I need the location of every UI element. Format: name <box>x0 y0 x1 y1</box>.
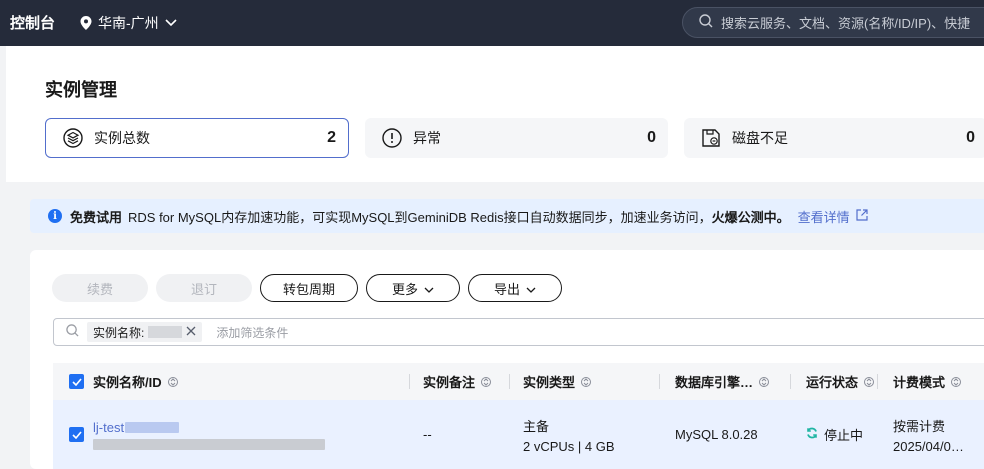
column-divider <box>790 374 791 389</box>
more-label: 更多 <box>391 281 418 297</box>
external-link-icon <box>856 208 868 224</box>
status-label: 停止中 <box>824 428 864 443</box>
unsubscribe-button[interactable]: 退订 <box>156 274 252 302</box>
column-divider <box>409 374 410 389</box>
layers-icon <box>62 127 84 149</box>
region-selector[interactable]: 华南-广州 <box>80 13 177 33</box>
filter-chip-instance-name[interactable]: 实例名称: <box>87 322 203 342</box>
stat-value: 0 <box>966 129 975 146</box>
billing-mode-value: 按需计费 <box>893 418 946 434</box>
column-header-status[interactable]: 运行状态 <box>790 363 877 400</box>
filter-search-input[interactable]: 实例名称: 添加筛选条件 <box>53 318 984 346</box>
table-header: 实例名称/ID 实例备注 实例类型 数据库引擎… 运行状态 计费模式 <box>53 363 984 400</box>
sort-icon[interactable] <box>951 376 962 388</box>
notice-link-label: 查看详情 <box>797 209 850 225</box>
column-header-name[interactable]: 实例名称/ID <box>93 363 409 400</box>
row-select-cell <box>53 400 93 469</box>
status-badge: 停止中 <box>806 425 877 444</box>
select-all-cell <box>53 363 93 400</box>
stat-label: 异常 <box>413 130 441 146</box>
convert-to-yearly-button[interactable]: 转包周期 <box>260 274 358 302</box>
close-icon[interactable] <box>186 325 196 339</box>
console-brand[interactable]: 控制台 <box>10 12 55 33</box>
column-header-type[interactable]: 实例类型 <box>509 363 659 400</box>
column-header-label: 计费模式 <box>893 375 946 390</box>
disk-icon <box>700 127 722 149</box>
more-dropdown-button[interactable]: 更多 <box>366 274 460 302</box>
remark-cell: -- <box>409 400 509 469</box>
stat-label: 磁盘不足 <box>732 130 788 146</box>
filter-placeholder: 添加筛选条件 <box>216 325 289 340</box>
table-row[interactable]: lj-test -- 主备 2 vCPUs | 4 GB MySQL 8.0.2… <box>53 400 984 469</box>
remark-value: -- <box>423 427 432 442</box>
chevron-down-icon <box>526 281 536 296</box>
instance-list-panel: 续费 退订 转包周期 更多 导出 实例名称: 添加筛选条件 实例名称/ID 实例… <box>30 250 984 469</box>
billing-date-value: 2025/04/0… <box>893 438 964 454</box>
instance-spec-value: 2 vCPUs | 4 GB <box>523 438 615 454</box>
location-pin-icon <box>80 16 92 30</box>
column-header-billing[interactable]: 计费模式 <box>877 363 983 400</box>
top-navigation-bar: 控制台 华南-广州 搜索云服务、文档、资源(名称/ID/IP)、快捷 <box>0 0 984 46</box>
sort-icon[interactable] <box>167 376 178 388</box>
stat-card-disk-low[interactable]: 磁盘不足 0 <box>684 118 984 158</box>
instance-type-value: 主备 <box>523 418 550 434</box>
free-trial-notice: i 免费试用 RDS for MySQL内存加速功能，可实现MySQL到Gemi… <box>30 199 984 233</box>
global-search-input[interactable]: 搜索云服务、文档、资源(名称/ID/IP)、快捷 <box>682 7 984 38</box>
search-icon <box>699 14 713 31</box>
alert-icon <box>381 127 403 149</box>
export-dropdown-button[interactable]: 导出 <box>468 274 562 302</box>
status-cell: 停止中 <box>790 400 877 469</box>
stat-card-total[interactable]: 实例总数 2 <box>45 118 349 158</box>
type-cell: 主备 2 vCPUs | 4 GB <box>509 400 659 469</box>
billing-cell: 按需计费 2025/04/0… <box>877 400 983 469</box>
instance-name-link[interactable]: lj-test <box>93 420 124 435</box>
notice-details-link[interactable]: 查看详情 <box>798 207 868 226</box>
filter-chip-label: 实例名称: <box>93 325 145 340</box>
refresh-icon <box>806 427 818 442</box>
column-divider <box>877 374 878 389</box>
action-toolbar: 续费 退订 转包周期 更多 导出 <box>52 274 562 302</box>
engine-cell: MySQL 8.0.28 <box>659 400 790 469</box>
export-label: 导出 <box>493 281 520 297</box>
chevron-down-icon <box>424 281 434 296</box>
column-divider <box>659 374 660 389</box>
select-all-checkbox[interactable] <box>69 374 84 389</box>
column-header-label: 实例备注 <box>423 375 476 390</box>
search-icon <box>66 324 79 340</box>
stat-value: 2 <box>327 129 336 146</box>
notice-badge: 免费试用 <box>70 209 123 225</box>
engine-value: MySQL 8.0.28 <box>675 427 758 442</box>
notice-highlight: 火爆公测中。 <box>711 209 790 225</box>
region-label: 华南-广州 <box>98 15 159 31</box>
column-header-label: 运行状态 <box>806 375 859 390</box>
info-icon: i <box>48 209 62 223</box>
search-placeholder: 搜索云服务、文档、资源(名称/ID/IP)、快捷 <box>721 16 971 31</box>
sort-icon[interactable] <box>759 376 770 388</box>
column-header-label: 实例类型 <box>523 375 576 390</box>
sort-icon[interactable] <box>581 376 592 388</box>
column-header-label: 数据库引擎… <box>675 375 754 390</box>
page-header-panel: 实例管理 实例总数 2 异常 0 磁盘不足 0 <box>6 46 984 182</box>
column-divider <box>509 374 510 389</box>
instance-id-redacted <box>93 438 325 450</box>
stat-label: 实例总数 <box>94 130 150 146</box>
column-header-remark[interactable]: 实例备注 <box>409 363 509 400</box>
page-title: 实例管理 <box>45 80 117 100</box>
renew-button[interactable]: 续费 <box>52 274 148 302</box>
filter-chip-value-redacted <box>148 326 183 338</box>
instance-name-redacted <box>125 421 180 433</box>
notice-text: RDS for MySQL内存加速功能，可实现MySQL到GeminiDB Re… <box>128 209 712 225</box>
stat-card-abnormal[interactable]: 异常 0 <box>365 118 668 158</box>
instance-name-cell: lj-test <box>93 400 409 469</box>
sort-icon[interactable] <box>864 376 875 388</box>
row-checkbox[interactable] <box>69 427 84 442</box>
column-header-engine[interactable]: 数据库引擎… <box>659 363 790 400</box>
column-header-label: 实例名称/ID <box>93 375 162 390</box>
chevron-down-icon <box>165 19 177 27</box>
sort-icon[interactable] <box>481 376 492 388</box>
stat-value: 0 <box>647 129 656 146</box>
